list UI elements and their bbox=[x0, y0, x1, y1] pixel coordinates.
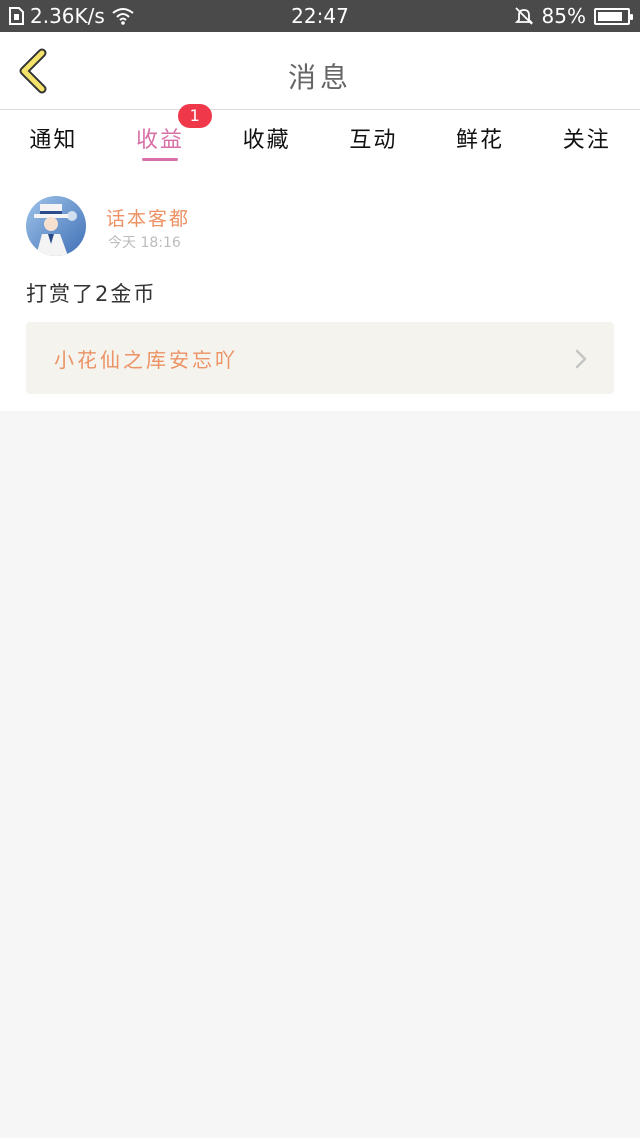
tab-earnings[interactable]: 收益 1 bbox=[107, 104, 214, 170]
tab-notifications[interactable]: 通知 bbox=[0, 110, 107, 170]
sim-card-icon bbox=[9, 7, 24, 25]
tab-label: 通知 bbox=[29, 128, 78, 153]
back-button[interactable] bbox=[14, 48, 54, 94]
message-text: 打赏了2金币 bbox=[26, 282, 157, 306]
active-tab-indicator bbox=[142, 158, 178, 161]
net-speed: 2.36K/s bbox=[30, 4, 105, 28]
header: 消息 bbox=[0, 32, 640, 110]
tab-label: 互动 bbox=[349, 128, 398, 153]
tab-following[interactable]: 关注 bbox=[533, 110, 640, 170]
page-title: 消息 bbox=[287, 61, 352, 94]
linked-item[interactable]: 小花仙之库安忘吖 bbox=[26, 322, 614, 394]
username-link[interactable]: 话本客都 bbox=[106, 204, 190, 231]
tab-flowers[interactable]: 鲜花 bbox=[427, 110, 534, 170]
chevron-right-icon bbox=[575, 349, 587, 369]
status-right: 85% bbox=[514, 0, 633, 32]
linked-item-title: 小花仙之库安忘吖 bbox=[54, 348, 238, 372]
battery-icon bbox=[594, 7, 633, 25]
timestamp: 今天 18:16 bbox=[108, 235, 181, 251]
battery-percent: 85% bbox=[541, 4, 586, 28]
tab-favorites[interactable]: 收藏 bbox=[213, 110, 320, 170]
tab-label: 鲜花 bbox=[456, 128, 505, 153]
user-avatar-icon bbox=[26, 196, 86, 256]
status-bar: 2.36K/s 22:47 85% bbox=[0, 0, 640, 32]
bell-muted-icon bbox=[514, 7, 533, 25]
tab-bar: 通知 收益 1 收藏 互动 鲜花 关注 bbox=[0, 104, 640, 170]
chevron-left-icon bbox=[19, 48, 47, 94]
wifi-icon bbox=[112, 8, 134, 25]
tab-label: 关注 bbox=[562, 128, 611, 153]
message-card: 话本客都 今天 18:16 打赏了2金币 小花仙之库安忘吖 bbox=[0, 170, 640, 411]
battery-fill bbox=[598, 11, 622, 21]
tab-label: 收益 bbox=[136, 128, 185, 153]
tab-label: 收藏 bbox=[242, 128, 291, 153]
avatar[interactable] bbox=[26, 196, 86, 256]
tab-interactions[interactable]: 互动 bbox=[320, 110, 427, 170]
status-left: 2.36K/s bbox=[8, 0, 135, 32]
unread-badge: 1 bbox=[177, 104, 212, 128]
